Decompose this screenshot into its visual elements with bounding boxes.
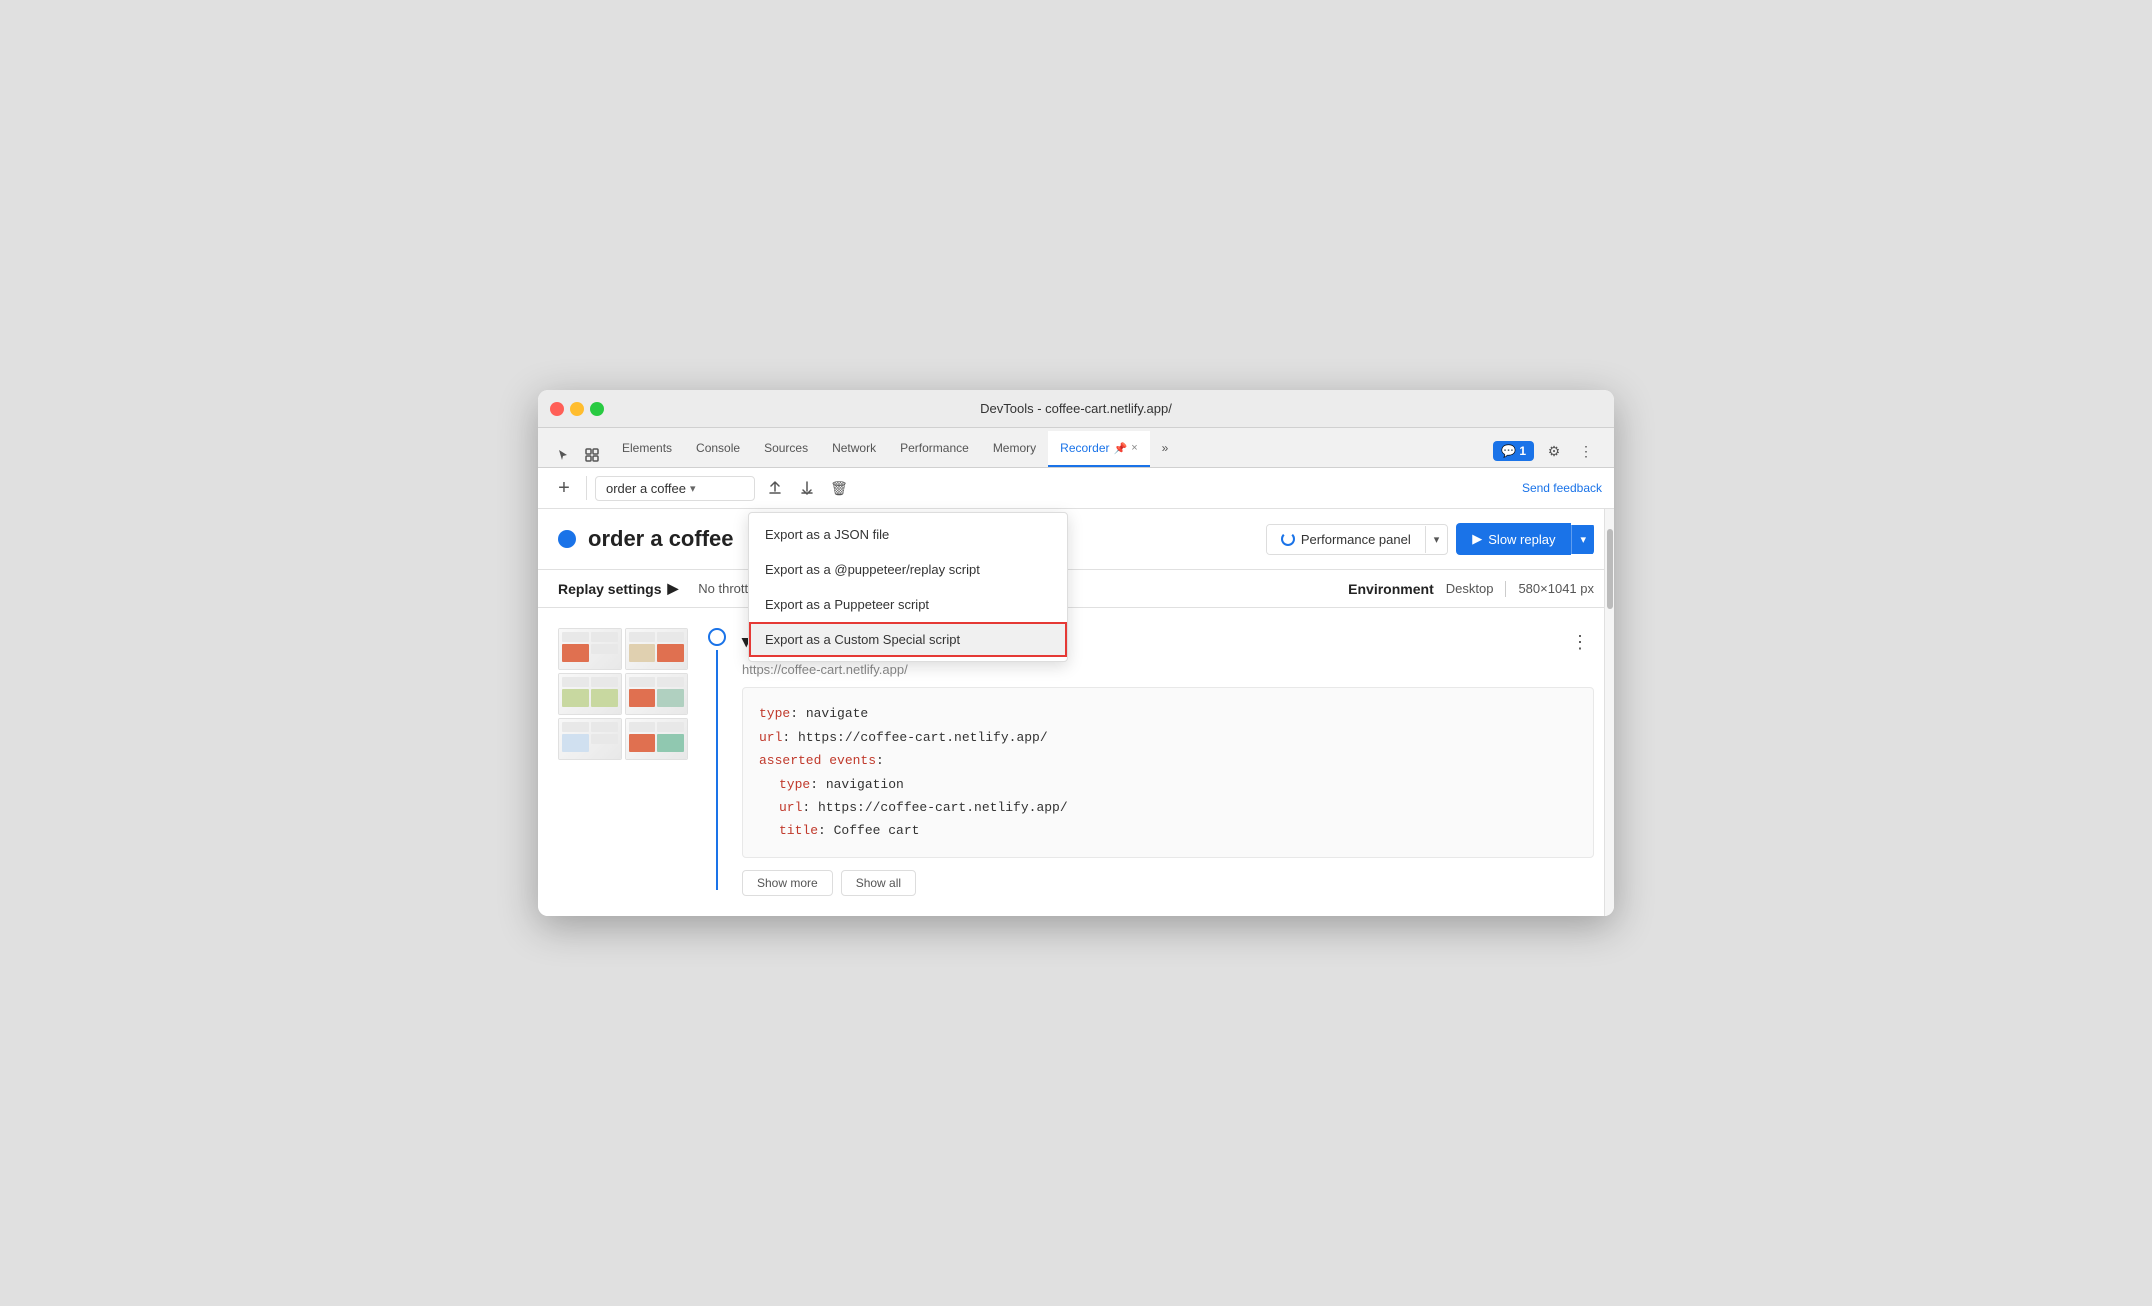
toolbar-divider xyxy=(586,476,587,500)
environment-section: Environment Desktop 580×1041 px xyxy=(1348,581,1594,597)
code-line-1: type: navigate xyxy=(759,702,1577,725)
recording-title: order a coffee xyxy=(588,526,734,552)
slow-replay-main[interactable]: ▶ Slow replay xyxy=(1456,523,1571,555)
export-dropdown: Export as a JSON file Export as a @puppe… xyxy=(748,512,1068,662)
minimize-button[interactable] xyxy=(570,402,584,416)
recording-selector[interactable]: order a coffee ▾ xyxy=(595,476,755,501)
timeline-area: ▾ Coffee cart ⋮ https://coffee-cart.netl… xyxy=(708,628,1594,895)
screenshot-2[interactable] xyxy=(625,628,689,670)
tab-sources[interactable]: Sources xyxy=(752,431,820,467)
export-puppeteer-replay-item[interactable]: Export as a @puppeteer/replay script xyxy=(749,552,1067,587)
code-line-5: url: https://coffee-cart.netlify.app/ xyxy=(759,796,1577,819)
export-puppeteer-item[interactable]: Export as a Puppeteer script xyxy=(749,587,1067,622)
recording-header: order a coffee ✎ Performance panel ▾ ▶ S… xyxy=(538,509,1614,570)
tab-recorder[interactable]: Recorder 📌 × xyxy=(1048,431,1150,467)
timeline-dot xyxy=(708,628,726,646)
step-more-button[interactable]: ⋮ xyxy=(1566,628,1594,656)
code-line-4: type: navigation xyxy=(759,773,1577,796)
recording-main-content: ▾ Coffee cart ⋮ https://coffee-cart.netl… xyxy=(538,608,1614,915)
scrollbar-thumb[interactable] xyxy=(1607,529,1613,609)
add-recording-button[interactable]: + xyxy=(550,474,578,502)
close-button[interactable] xyxy=(550,402,564,416)
screenshot-1[interactable] xyxy=(558,628,622,670)
devtools-window: DevTools - coffee-cart.netlify.app/ Elem… xyxy=(538,390,1614,915)
tab-icons-left xyxy=(546,443,610,467)
show-more-row: Show more Show all xyxy=(742,870,1594,896)
toolbar: + order a coffee ▾ 🗑 Send feedback Expor… xyxy=(538,468,1614,509)
tab-elements[interactable]: Elements xyxy=(610,431,684,467)
recording-status-dot xyxy=(558,530,576,548)
step-header: ▾ Coffee cart ⋮ https://coffee-cart.netl… xyxy=(708,628,1594,895)
export-upload-icon[interactable] xyxy=(763,476,787,500)
tab-network[interactable]: Network xyxy=(820,431,888,467)
send-feedback-link[interactable]: Send feedback xyxy=(1522,481,1602,495)
performance-panel-button[interactable]: Performance panel ▾ xyxy=(1266,524,1448,555)
code-line-2: url: https://coffee-cart.netlify.app/ xyxy=(759,726,1577,749)
tab-console[interactable]: Console xyxy=(684,431,752,467)
devtools-tabs: Elements Console Sources Network Perform… xyxy=(538,428,1614,468)
tab-icons-right: 💬 1 ⚙ ⋮ xyxy=(1485,439,1606,467)
step-url: https://coffee-cart.netlify.app/ xyxy=(742,662,1594,677)
performance-panel-main[interactable]: Performance panel xyxy=(1267,525,1425,554)
performance-panel-dropdown-arrow[interactable]: ▾ xyxy=(1425,526,1448,553)
screenshot-4[interactable] xyxy=(625,673,689,715)
import-download-icon[interactable] xyxy=(795,476,819,500)
header-actions: Performance panel ▾ ▶ Slow replay ▾ xyxy=(1266,523,1594,555)
replay-settings-button[interactable]: Replay settings ▶ xyxy=(558,580,678,597)
timeline-line xyxy=(716,650,718,890)
environment-device: Desktop xyxy=(1446,581,1494,596)
window-title: DevTools - coffee-cart.netlify.app/ xyxy=(980,401,1172,416)
chevron-down-icon: ▾ xyxy=(690,482,696,495)
env-separator xyxy=(1505,581,1506,597)
maximize-button[interactable] xyxy=(590,402,604,416)
settings-row: Replay settings ▶ No throttling Timeout:… xyxy=(538,570,1614,608)
delete-icon[interactable]: 🗑 xyxy=(827,476,851,500)
screenshot-panel xyxy=(558,628,688,895)
code-line-6: title: Coffee cart xyxy=(759,819,1577,842)
chat-button[interactable]: 💬 1 xyxy=(1493,441,1534,461)
code-line-3: asserted events: xyxy=(759,749,1577,772)
slow-replay-button[interactable]: ▶ Slow replay ▾ xyxy=(1456,523,1594,555)
show-all-button[interactable]: Show all xyxy=(841,870,916,896)
cursor-icon[interactable] xyxy=(552,443,576,467)
export-json-item[interactable]: Export as a JSON file xyxy=(749,517,1067,552)
environment-label: Environment xyxy=(1348,581,1434,597)
show-more-button[interactable]: Show more xyxy=(742,870,833,896)
slow-replay-dropdown-arrow[interactable]: ▾ xyxy=(1571,525,1594,554)
more-vert-icon[interactable]: ⋮ xyxy=(1574,439,1598,463)
screenshot-grid xyxy=(558,628,688,760)
timeline-marker xyxy=(708,628,726,890)
screenshot-6[interactable] xyxy=(625,718,689,760)
environment-dimensions: 580×1041 px xyxy=(1518,581,1594,596)
screenshot-5[interactable] xyxy=(558,718,622,760)
titlebar: DevTools - coffee-cart.netlify.app/ xyxy=(538,390,1614,428)
traffic-lights xyxy=(550,402,604,416)
layers-icon[interactable] xyxy=(580,443,604,467)
refresh-icon xyxy=(1281,532,1295,546)
tab-performance[interactable]: Performance xyxy=(888,431,981,467)
code-block: type: navigate url: https://coffee-cart.… xyxy=(742,687,1594,857)
content-area: order a coffee ✎ Performance panel ▾ ▶ S… xyxy=(538,509,1614,915)
scrollbar-track[interactable] xyxy=(1604,509,1614,915)
export-custom-special-item[interactable]: Export as a Custom Special script xyxy=(749,622,1067,657)
screenshot-3[interactable] xyxy=(558,673,622,715)
tab-more[interactable]: » xyxy=(1150,431,1181,467)
tab-memory[interactable]: Memory xyxy=(981,431,1048,467)
step-content: ▾ Coffee cart ⋮ https://coffee-cart.netl… xyxy=(742,628,1594,895)
settings-icon[interactable]: ⚙ xyxy=(1542,439,1566,463)
